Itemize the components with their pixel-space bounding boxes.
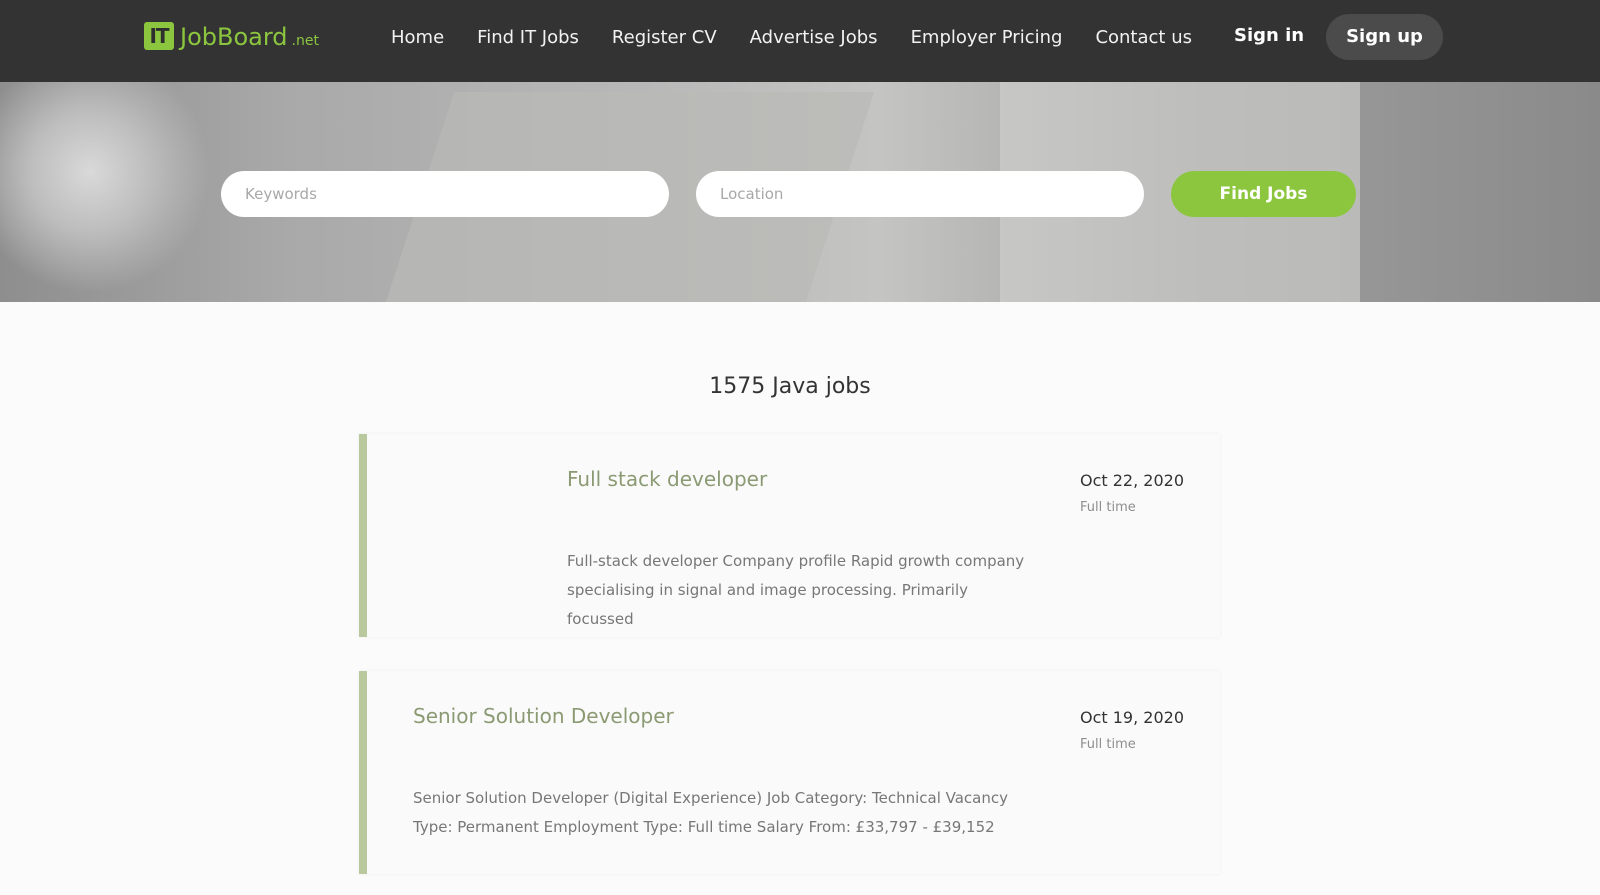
logo-badge: IT [144,22,174,50]
job-date: Oct 19, 2020 [1080,708,1184,727]
results-heading: 1575 Java jobs [709,374,871,399]
nav-contact-us[interactable]: Contact us [1095,26,1192,50]
job-type: Full time [1080,737,1136,752]
site-logo[interactable]: IT JobBoard .net [144,20,319,52]
nav-advertise-jobs[interactable]: Advertise Jobs [750,26,878,50]
job-date: Oct 22, 2020 [1080,471,1184,490]
find-jobs-button[interactable]: Find Jobs [1171,171,1356,217]
hero-background-flowers [0,82,210,302]
top-navigation-bar: IT JobBoard .net Home Find IT Jobs Regis… [0,0,1600,82]
nav-home[interactable]: Home [391,26,444,50]
job-description: Full-stack developer Company profile Rap… [567,552,1025,628]
nav-register-cv[interactable]: Register CV [612,26,717,50]
job-card[interactable]: Full stack developer Oct 22, 2020 Full t… [359,434,1220,637]
sign-in-link[interactable]: Sign in [1234,25,1304,46]
keywords-input[interactable] [221,171,669,217]
nav-find-it-jobs[interactable]: Find IT Jobs [477,26,579,50]
logo-wordmark: JobBoard [180,23,288,51]
job-title-link[interactable]: Full stack developer [567,467,767,491]
job-title-link[interactable]: Senior Solution Developer [413,704,674,728]
job-type: Full time [1080,500,1136,515]
main-nav: Home Find IT Jobs Register CV Advertise … [391,26,1225,50]
nav-employer-pricing[interactable]: Employer Pricing [911,26,1063,50]
location-input[interactable] [696,171,1144,217]
logo-suffix: .net [291,33,319,49]
job-card[interactable]: Senior Solution Developer Oct 19, 2020 F… [359,671,1220,874]
job-description: Senior Solution Developer (Digital Exper… [413,789,1009,836]
sign-up-button[interactable]: Sign up [1326,14,1443,60]
